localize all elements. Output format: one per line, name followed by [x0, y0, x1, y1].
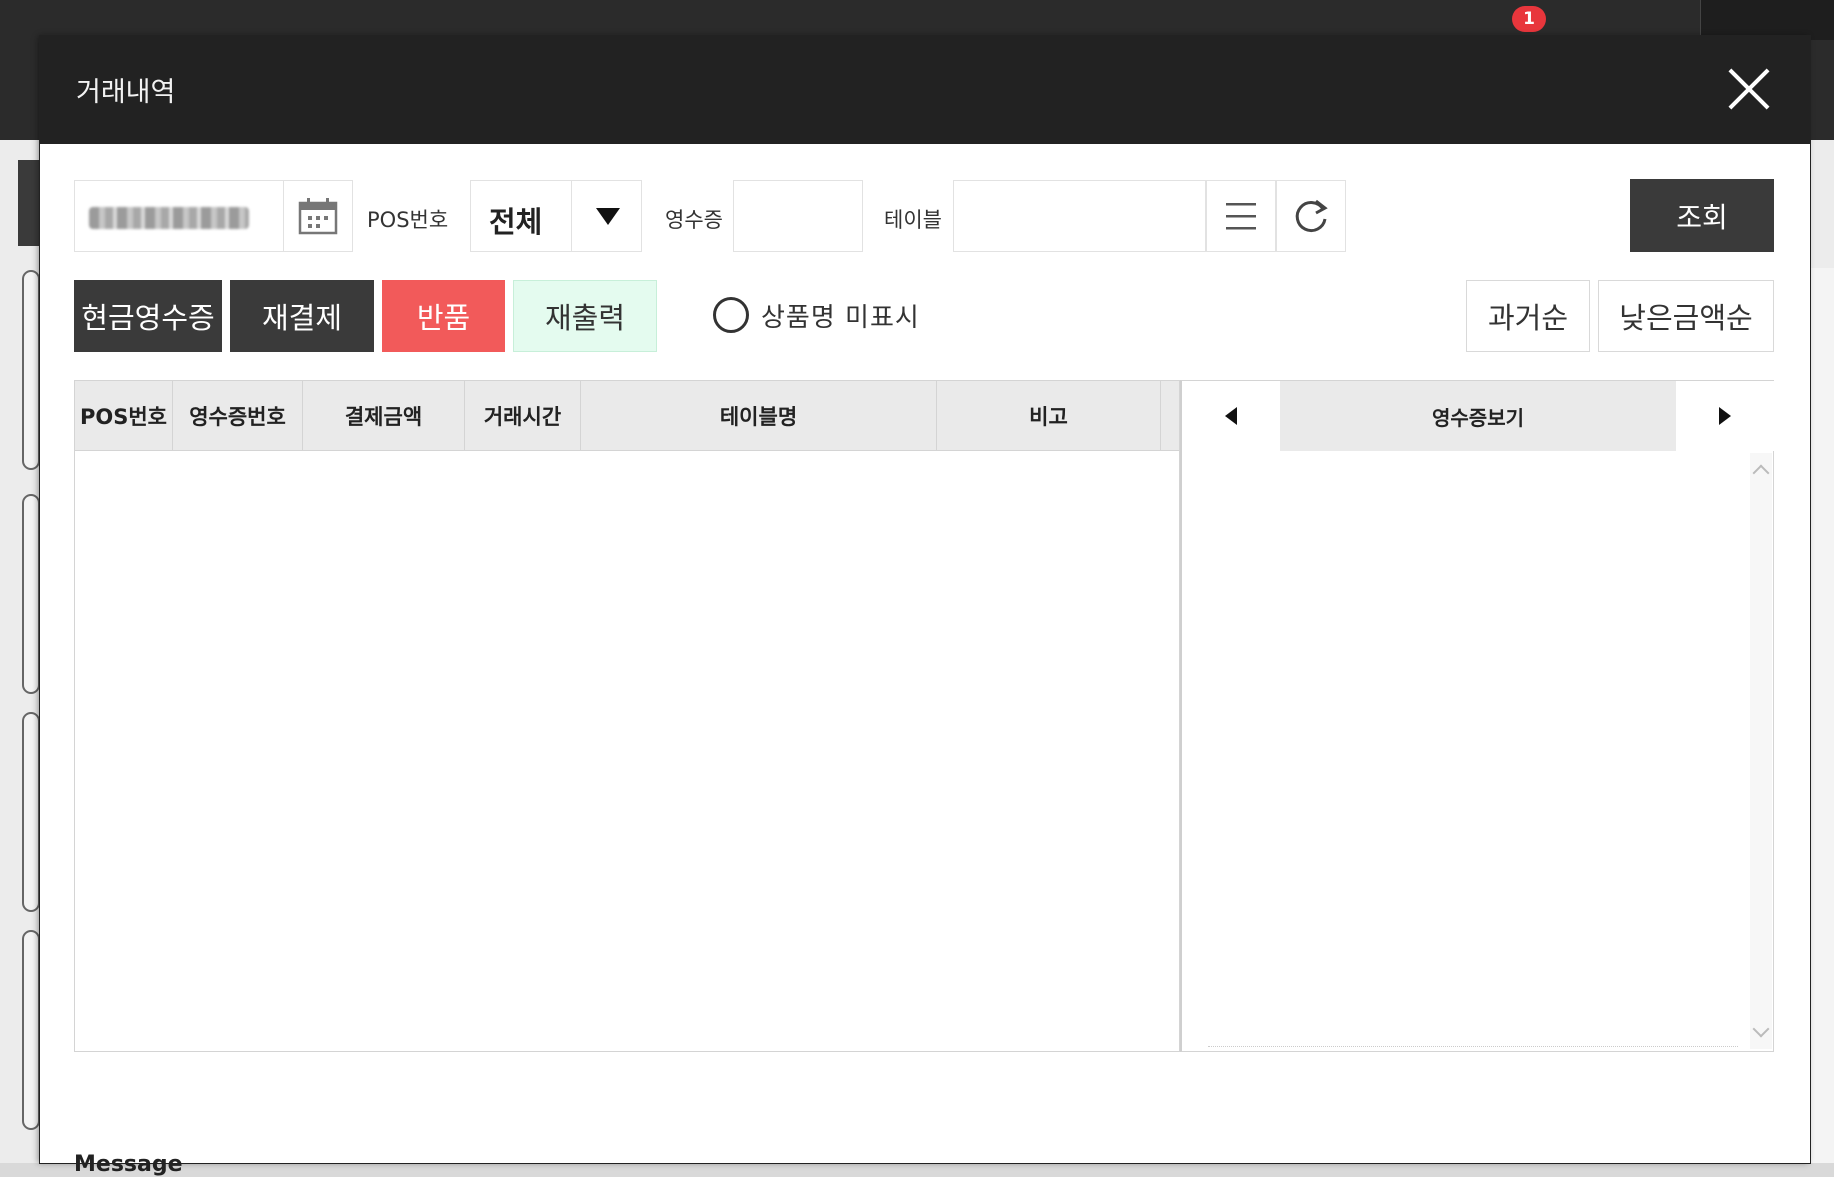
calendar-button[interactable] — [283, 180, 353, 252]
reprint-button[interactable]: 재출력 — [513, 280, 657, 352]
date-value-redacted — [89, 207, 249, 229]
receipt-input-box — [733, 180, 863, 252]
sort-past-button[interactable]: 과거순 — [1466, 280, 1590, 352]
date-field[interactable] — [74, 180, 284, 252]
background-top-right-panel — [1700, 0, 1834, 40]
transaction-history-modal: 거래내역 POS번호 전체 영수증 테이블 조회 현금영수증 재결제 반품 재출… — [40, 36, 1810, 1177]
table-label: 테이블 — [884, 208, 942, 232]
arrow-left-icon — [1225, 407, 1237, 425]
refresh-button[interactable] — [1276, 180, 1346, 252]
sort-low-amount-button[interactable]: 낮은금액순 — [1598, 280, 1774, 352]
background-left-strip — [22, 270, 40, 470]
receipt-input[interactable] — [734, 181, 862, 251]
background-left-strip — [22, 930, 40, 1130]
receipt-scrollbar[interactable] — [1750, 453, 1772, 1049]
table-input-box — [953, 180, 1206, 252]
column-header-pos[interactable]: POS번호 — [75, 381, 173, 451]
table-list-button[interactable] — [1206, 180, 1276, 252]
refresh-icon — [1295, 199, 1328, 233]
pos-label: POS번호 — [367, 208, 449, 232]
pos-dropdown-button[interactable] — [571, 181, 643, 251]
background-left-strip — [22, 712, 40, 912]
radio-icon[interactable] — [713, 297, 749, 333]
chevron-down-icon — [595, 207, 620, 225]
transaction-table: POS번호 영수증번호 결제금액 거래시간 테이블명 비고 — [74, 380, 1180, 1052]
column-header-amount[interactable]: 결제금액 — [303, 381, 465, 451]
scroll-down-icon[interactable] — [1752, 1020, 1770, 1038]
table-header: POS번호 영수증번호 결제금액 거래시간 테이블명 비고 — [75, 381, 1179, 451]
pos-selected-value: 전체 — [489, 205, 543, 239]
receipt-panel-title: 영수증보기 — [1280, 381, 1676, 451]
column-header-note[interactable]: 비고 — [937, 381, 1161, 451]
modal-title: 거래내역 — [76, 77, 176, 108]
arrow-right-icon — [1719, 407, 1731, 425]
pos-select[interactable]: 전체 — [470, 180, 642, 252]
return-button[interactable]: 반품 — [382, 280, 505, 352]
column-header-table-name[interactable]: 테이블명 — [581, 381, 937, 451]
column-header-time[interactable]: 거래시간 — [465, 381, 581, 451]
cash-receipt-button[interactable]: 현금영수증 — [74, 280, 222, 352]
close-icon[interactable] — [1726, 66, 1772, 112]
background-left-tab — [18, 160, 42, 246]
column-header-spacer — [1161, 381, 1179, 451]
calendar-icon — [298, 198, 338, 235]
receipt-prev-button[interactable] — [1182, 381, 1280, 451]
receipt-label: 영수증 — [665, 208, 723, 232]
hide-item-names-label: 상품명 미표시 — [761, 302, 920, 333]
column-header-receipt-no[interactable]: 영수증번호 — [173, 381, 303, 451]
menu-icon — [1226, 203, 1256, 230]
notification-badge[interactable]: 1 — [1512, 6, 1546, 32]
hide-item-names-toggle[interactable]: 상품명 미표시 — [713, 292, 920, 338]
receipt-divider — [1208, 1046, 1738, 1047]
receipt-panel-header: 영수증보기 — [1182, 381, 1774, 451]
modal-header: 거래내역 — [40, 36, 1810, 144]
repay-button[interactable]: 재결제 — [230, 280, 374, 352]
background-left-strip — [22, 494, 40, 694]
scroll-up-icon[interactable] — [1752, 464, 1770, 482]
search-button[interactable]: 조회 — [1630, 179, 1774, 252]
receipt-next-button[interactable] — [1676, 381, 1774, 451]
background-right-strip — [1808, 268, 1834, 1163]
message-label: Message — [74, 1152, 183, 1177]
receipt-view-panel: 영수증보기 — [1180, 380, 1774, 1052]
table-input[interactable] — [954, 181, 1205, 251]
